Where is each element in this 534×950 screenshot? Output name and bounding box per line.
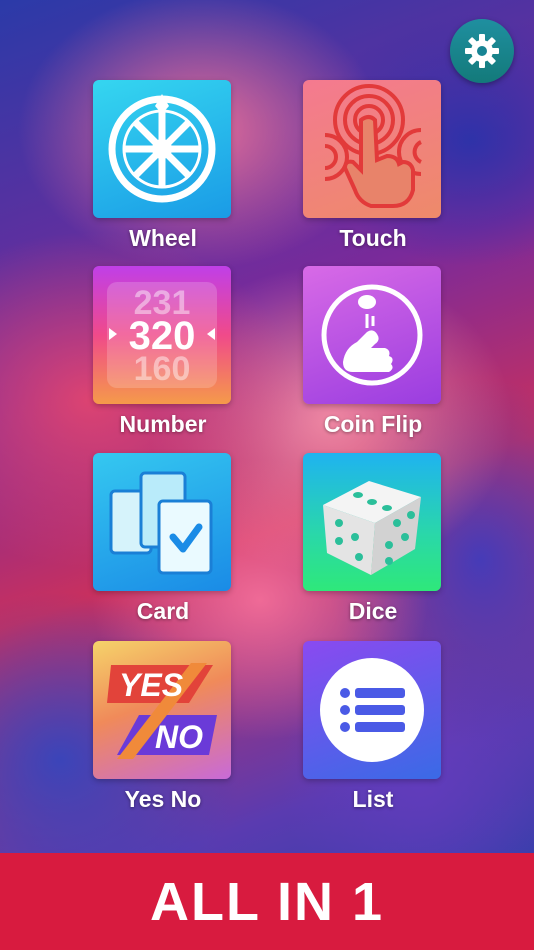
yes-text: YES [119, 667, 184, 703]
dice-tile[interactable]: Dice [303, 453, 443, 653]
touch-tile[interactable]: Touch [303, 80, 443, 280]
touch-icon [303, 80, 441, 218]
dice-label: Dice [348, 598, 398, 624]
card-tile[interactable]: Card [93, 453, 233, 653]
list-icon [303, 641, 441, 779]
coin-flip-tile[interactable]: Coin Flip [303, 266, 443, 466]
wheel-label: Wheel [129, 225, 197, 251]
yes-no-label: Yes No [124, 786, 202, 812]
mode-grid: Wheel Touch 231 320 160 Number Coin Flip… [0, 0, 534, 850]
list-tile[interactable]: List [303, 641, 443, 841]
number-tile[interactable]: 231 320 160 Number [93, 266, 233, 466]
coin-flip-icon [303, 266, 441, 404]
number-label: Number [119, 411, 207, 437]
bottom-banner: ALL IN 1 [0, 853, 534, 950]
number-icon: 231 320 160 [93, 266, 231, 404]
coin-flip-label: Coin Flip [323, 411, 423, 437]
touch-label: Touch [339, 225, 407, 251]
list-label: List [352, 786, 394, 812]
yes-no-icon: YES NO [93, 641, 231, 779]
card-label: Card [136, 598, 190, 624]
no-text: NO [155, 719, 203, 755]
card-icon [93, 453, 231, 591]
banner-title: ALL IN 1 [149, 871, 385, 932]
dice-icon [303, 453, 441, 591]
wheel-icon [93, 80, 231, 218]
wheel-tile[interactable]: Wheel [93, 80, 233, 280]
yes-no-tile[interactable]: YES NO Yes No [93, 641, 233, 841]
